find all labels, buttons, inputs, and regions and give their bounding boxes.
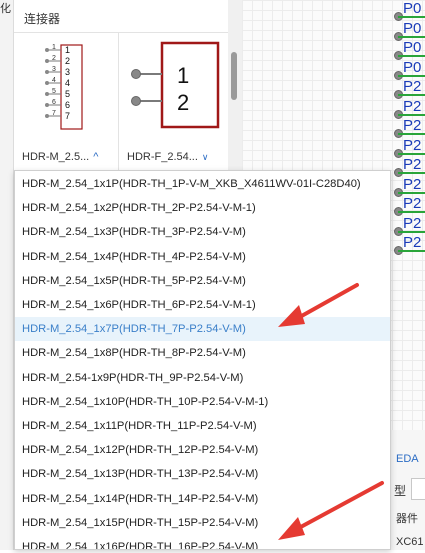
hdr-f-symbol-icon: 1 2 [131, 41, 220, 129]
component-cell: XC61 [396, 536, 424, 548]
hdr-m-pin-number: 7 [52, 110, 56, 117]
hdr-m-pin-name: 4 [65, 78, 70, 88]
panel-scrollbar-thumb[interactable] [231, 52, 237, 100]
tile-hdr-m-label[interactable]: HDR-M_2.5... ^ [22, 151, 98, 163]
hdr-m-pin-dot [45, 92, 49, 96]
tile-hdr-f[interactable]: 1 2 HDR-F_2.54... ∨ [119, 33, 236, 173]
net-label[interactable]: P2 [403, 234, 421, 251]
dropdown-option[interactable]: HDR-M_2.54_1x4P(HDR-TH_4P-P2.54-V-M) [15, 245, 390, 269]
dropdown-option[interactable]: HDR-M_2.54_1x5P(HDR-TH_5P-P2.54-V-M) [15, 269, 390, 293]
hdr-m-pin-name: 2 [65, 56, 70, 66]
dropdown-option[interactable]: HDR-M_2.54_1x3P(HDR-TH_3P-P2.54-V-M) [15, 220, 390, 244]
hdr-m-pin-dot [45, 114, 49, 118]
net-label[interactable]: P2 [403, 195, 421, 212]
library-panel: 连接器 11223344556677 HDR-M_2.5...^ 1 2 HD [14, 0, 236, 175]
hdr-f-pin-1: 1 [177, 63, 189, 88]
category-title: 连接器 [24, 12, 61, 26]
dropdown-option[interactable]: HDR-M_2.54_1x15P(HDR-TH_15P-P2.54-V-M) [15, 511, 390, 535]
net-label[interactable]: P0 [403, 39, 421, 56]
dropdown-option[interactable]: HDR-M_2.54_1x16P(HDR-TH_16P-P2.54-V-M) [15, 535, 390, 549]
type-select[interactable] [411, 478, 425, 500]
hdr-m-pin-name: 7 [65, 111, 70, 121]
hdr-m-pin-number: 1 [52, 44, 56, 51]
net-label[interactable]: P2 [403, 176, 421, 193]
hdr-m-pin-dot [45, 48, 49, 52]
dropdown-option[interactable]: HDR-M_2.54_1x12P(HDR-TH_12P-P2.54-V-M) [15, 438, 390, 462]
dropdown-option[interactable]: HDR-M_2.54-1x9P(HDR-TH_9P-P2.54-V-M) [15, 366, 390, 390]
net-label[interactable]: P2 [403, 98, 421, 115]
tile-hdr-m[interactable]: 11223344556677 HDR-M_2.5... ^ [14, 33, 119, 173]
hdr-m-pin-dot [45, 81, 49, 85]
component-column-header: 器件 [396, 513, 418, 525]
dropdown-option[interactable]: HDR-M_2.54_1x1P(HDR-TH_1P-V-M_XKB_X4611W… [15, 172, 390, 196]
hdr-m-pin-name: 6 [65, 100, 70, 110]
dropdown-option[interactable]: HDR-M_2.54_1x6P(HDR-TH_6P-P2.54-V-M-1) [15, 293, 390, 317]
panel-scrollbar[interactable] [228, 0, 242, 180]
tile-hdr-m-label-text: HDR-M_2.5... [22, 151, 90, 163]
tile-hdr-f-label[interactable]: HDR-F_2.54... ∨ [127, 151, 209, 163]
hdr-m-pin-number: 2 [52, 55, 56, 62]
hdr-m-pin-dot [45, 59, 49, 63]
hdr-m-pin-dot [45, 70, 49, 74]
hdr-m-pin-name: 5 [65, 89, 70, 99]
footprint-dropdown-list[interactable]: HDR-M_2.54_1x1P(HDR-TH_1P-V-M_XKB_X4611W… [14, 170, 391, 550]
net-label[interactable]: P0 [403, 20, 421, 37]
left-sidebar-strip: 化 [0, 0, 14, 550]
hdr-m-pin-name: 1 [65, 45, 70, 55]
hdr-m-pin-name: 3 [65, 67, 70, 77]
net-label[interactable]: P2 [403, 137, 421, 154]
net-label[interactable]: P2 [403, 117, 421, 134]
hdr-m-pin-number: 4 [52, 77, 56, 84]
dropdown-option[interactable]: HDR-M_2.54_1x14P(HDR-TH_14P-P2.54-V-M) [15, 487, 390, 511]
chevron-down-icon: ∨ [201, 152, 209, 162]
net-label[interactable]: P2 [403, 156, 421, 173]
type-label: 型 [394, 484, 407, 498]
hdr-f-pin-2: 2 [177, 90, 189, 115]
net-label[interactable]: P0 [403, 59, 421, 76]
hdr-m-pin-number: 6 [52, 99, 56, 106]
dropdown-option[interactable]: HDR-M_2.54_1x10P(HDR-TH_10P-P2.54-V-M-1) [15, 390, 390, 414]
hdr-m-symbol-icon: 1 12 23 34 45 56 67 7 [45, 44, 83, 130]
dropdown-option[interactable]: HDR-M_2.54_1x8P(HDR-TH_8P-P2.54-V-M) [15, 341, 390, 365]
dropdown-option[interactable]: HDR-M_2.54_1x7P(HDR-TH_7P-P2.54-V-M) [15, 317, 390, 342]
chevron-up-icon: ^ [93, 151, 99, 163]
hdr-m-pin-number: 3 [52, 66, 56, 73]
net-label[interactable]: P2 [403, 78, 421, 95]
dropdown-option[interactable]: HDR-M_2.54_1x13P(HDR-TH_13P-P2.54-V-M) [15, 462, 390, 486]
symbol-tiles: 11223344556677 HDR-M_2.5... ^ 1 2 HDR-F_2… [14, 32, 236, 173]
eda-tab-label[interactable]: EDA [396, 453, 419, 465]
hdr-m-pin-dot [45, 103, 49, 107]
hdr-m-pin-number: 5 [52, 88, 56, 95]
dropdown-option[interactable]: HDR-M_2.54_1x11P(HDR-TH_11P-P2.54-V-M) [15, 414, 390, 438]
net-label[interactable]: P2 [403, 215, 421, 232]
dropdown-option[interactable]: HDR-M_2.54_1x2P(HDR-TH_2P-P2.54-V-M-1) [15, 196, 390, 220]
tile-hdr-f-label-text: HDR-F_2.54... [127, 151, 198, 163]
net-label[interactable]: P0 [403, 0, 421, 17]
left-strip-text: 化 [0, 3, 11, 15]
